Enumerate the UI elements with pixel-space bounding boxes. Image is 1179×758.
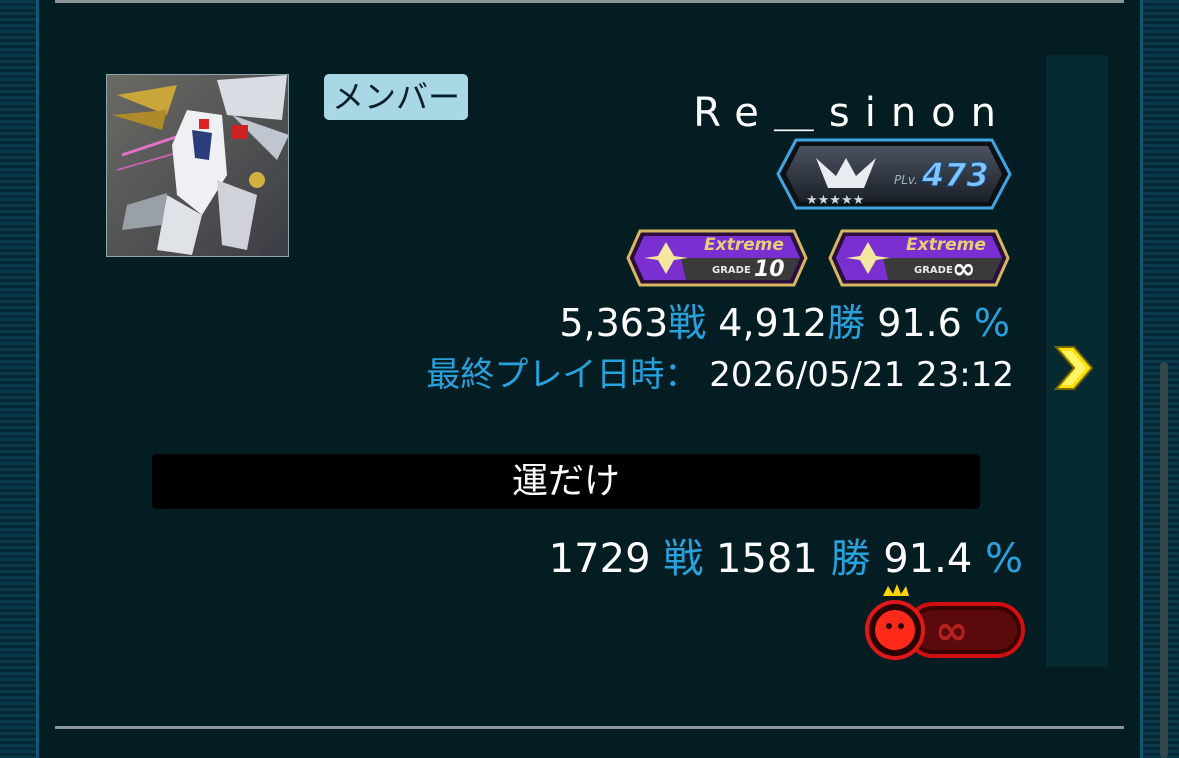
grade-value: 10 (754, 257, 785, 282)
team-grade-value: ∞ (935, 608, 968, 654)
overall-stats: 5,363戦 4,912勝 91.6 % (559, 292, 1010, 347)
crown-icon (883, 584, 909, 596)
player-name: Re＿sinon (693, 90, 1011, 136)
wins-unit: 勝 (827, 301, 866, 345)
left-frame-edge (0, 0, 39, 758)
team-rate: 91.4 (883, 536, 973, 582)
top-divider (55, 0, 1124, 3)
team-battles: 1729 (548, 536, 651, 582)
player-avatar (106, 74, 289, 257)
mobile-suit-illustration (107, 75, 288, 256)
last-play-value: 2026/05/21 23:12 (709, 355, 1014, 395)
player-rank-plate: PLv. 473 ★★★★★ (776, 136, 1012, 216)
rank-level: 473 (921, 156, 989, 194)
last-play-label: 最終プレイ日時： (426, 355, 699, 395)
grade-badge-2: Extreme GRADE ∞ (828, 228, 1010, 292)
overall-battles: 5,363 (559, 301, 669, 345)
haro-icon (875, 610, 915, 650)
bottom-divider (55, 726, 1124, 729)
team-wins-unit: 勝 (830, 536, 871, 582)
rate-unit: % (973, 301, 1010, 345)
team-grade-badge: ∞ (865, 584, 1027, 666)
grade-prefix: GRADE (914, 265, 953, 276)
last-play: 最終プレイ日時： 2026/05/21 23:12 (426, 347, 1014, 396)
team-stats: 1729 戦 1581 勝 91.4 % (549, 526, 1023, 584)
team-wins: 1581 (715, 536, 818, 582)
overall-wins: 4,912 (718, 301, 828, 345)
team-rate-unit: % (984, 536, 1023, 582)
member-badge: メンバー (324, 74, 469, 120)
scrollbar[interactable] (1160, 362, 1168, 758)
chevron-right-icon[interactable] (1052, 345, 1094, 395)
rank-prefix: PLv. (894, 173, 918, 187)
team-name: 運だけ (511, 461, 620, 502)
grade-value: ∞ (952, 252, 975, 285)
grade-badge-1: Extreme GRADE 10 (626, 228, 808, 292)
team-name-bar: 運だけ (152, 454, 980, 509)
grade-prefix: GRADE (712, 265, 751, 276)
grade-label: Extreme (704, 235, 784, 255)
rank-stars: ★★★★★ (806, 193, 864, 208)
battles-unit: 戦 (668, 301, 707, 345)
overall-rate: 91.6 (877, 301, 962, 345)
team-battles-unit: 戦 (663, 536, 704, 582)
